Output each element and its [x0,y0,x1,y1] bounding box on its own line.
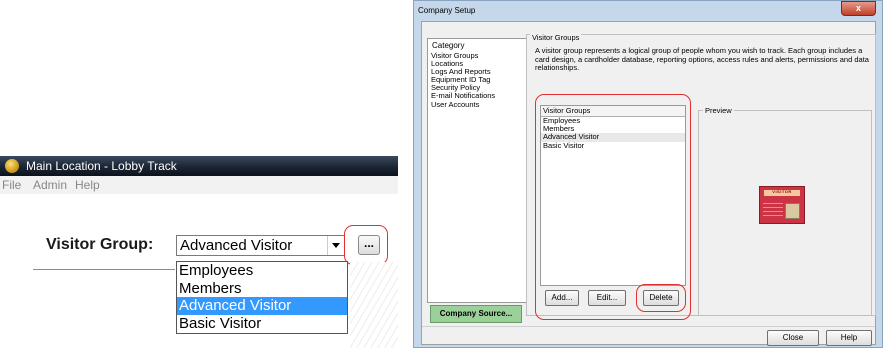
section-title: Visitor Groups [530,33,582,42]
menu-help[interactable]: Help [75,178,100,192]
category-panel: Category Visitor Groups Locations Logs A… [427,38,527,303]
visitor-groups-list[interactable]: Visitor Groups Employees Members Advance… [540,105,686,286]
company-source-button[interactable]: Company Source... [430,305,522,323]
badge-text-lines [763,203,783,219]
company-setup-dialog: Company Setup x Category Visitor Groups … [413,0,883,348]
close-icon[interactable]: x [841,1,876,16]
close-button[interactable]: Close [767,330,819,346]
dropdown-option[interactable]: Members [177,280,347,298]
visitor-group-selected-value: Advanced Visitor [180,237,293,254]
category-list: Visitor Groups Locations Logs And Report… [428,51,526,109]
dropdown-option[interactable]: Basic Visitor [177,315,347,333]
visitor-group-label: Visitor Group: [46,236,154,253]
dropdown-arrow-icon[interactable] [327,236,344,255]
menu-admin[interactable]: Admin [33,178,67,192]
window-title: Main Location - Lobby Track [26,159,177,173]
app-logo-icon [5,159,19,173]
preview-label: Preview [703,106,734,115]
menu-file[interactable]: File [2,178,21,192]
dropdown-option[interactable]: Employees [177,262,347,280]
visitor-badge-preview: VISITOR [759,186,805,224]
help-button[interactable]: Help [826,330,872,346]
background-hatch [350,262,398,348]
dialog-body: Category Visitor Groups Locations Logs A… [421,21,876,346]
category-item-user-accounts[interactable]: User Accounts [428,100,526,109]
lobby-track-titlebar: Main Location - Lobby Track [0,156,398,176]
menu-bar: File Admin Help [0,176,398,194]
dialog-title: Company Setup [418,6,476,15]
list-item[interactable]: Basic Visitor [541,141,685,150]
badge-title: VISITOR [772,189,792,194]
edit-button[interactable]: Edit... [588,290,626,306]
visitor-group-dropdown-list: Employees Members Advanced Visitor Basic… [176,261,348,334]
category-header: Category [432,41,465,50]
dialog-titlebar: Company Setup x [414,1,882,21]
section-description: A visitor group represents a logical gro… [535,46,869,73]
footer-divider [422,326,875,327]
dropdown-option-selected[interactable]: Advanced Visitor [177,297,347,315]
badge-photo [785,203,800,219]
add-button[interactable]: Add... [545,290,579,306]
divider-line [33,269,175,270]
visitor-group-select[interactable]: Advanced Visitor [176,235,345,256]
delete-button[interactable]: Delete [643,290,679,306]
ellipsis-button[interactable]: ... [358,235,380,255]
